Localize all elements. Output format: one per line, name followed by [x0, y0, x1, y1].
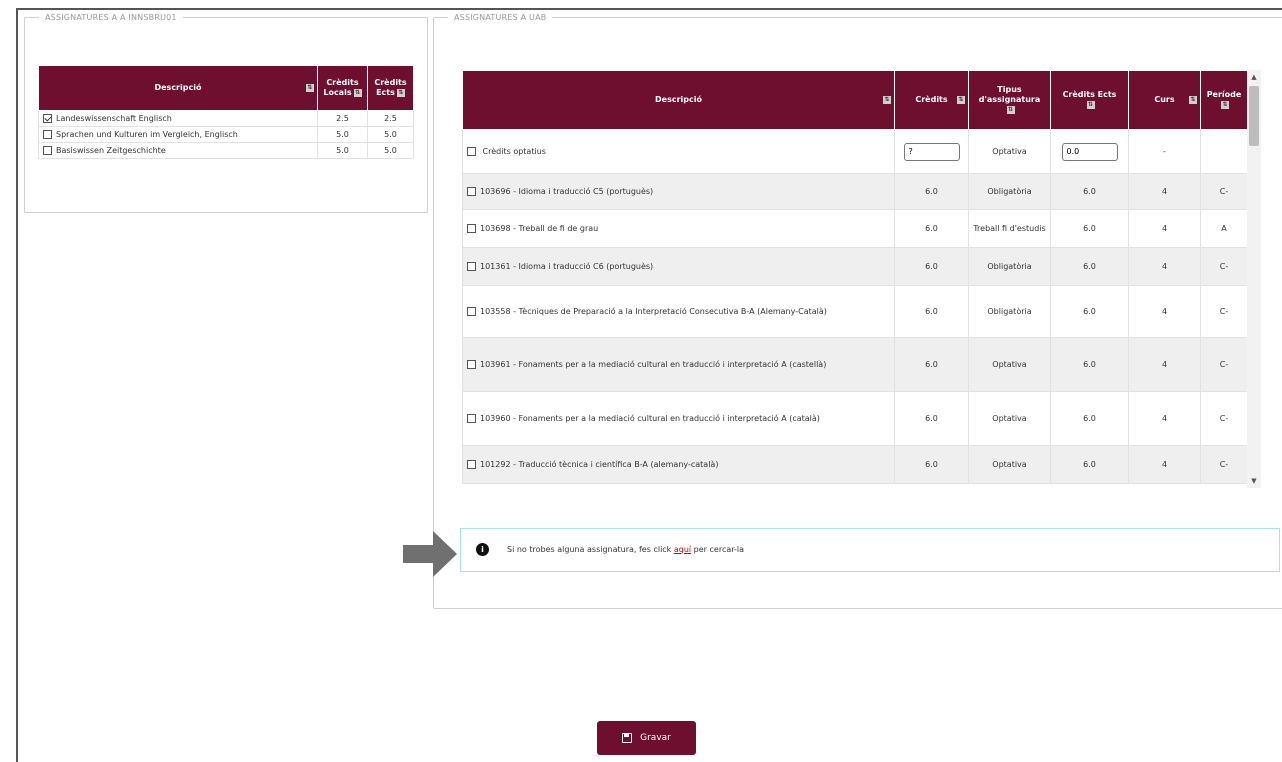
table-row: Sprachen und Kulturen im Vergleich, Engl…	[38, 126, 414, 143]
vertical-scrollbar[interactable]: ▲ ▼	[1247, 70, 1261, 488]
row-checkbox[interactable]	[467, 147, 476, 156]
table-row: 103696 - Idioma i traducció C5 (portuguè…	[462, 173, 1248, 210]
sort-icon[interactable]: ⇅	[1086, 100, 1095, 109]
column-header-curs[interactable]: Curs ⇅	[1128, 70, 1201, 130]
save-button[interactable]: Gravar	[597, 721, 696, 755]
table-row: Basiswissen Zeitgeschichte 5.0 5.0	[38, 142, 414, 159]
sort-icon[interactable]: ⇅	[1189, 96, 1197, 104]
uab-subjects-table: Descripció ⇅ Crèdits ⇅ Tipus d'assignatu…	[462, 70, 1248, 484]
row-checkbox[interactable]	[43, 114, 52, 123]
info-message: i Si no trobes alguna assignatura, fes c…	[460, 528, 1280, 572]
column-header-tipus[interactable]: Tipus d'assignatura ⇅	[968, 70, 1051, 130]
uab-subjects-scroll-area[interactable]: Descripció ⇅ Crèdits ⇅ Tipus d'assignatu…	[462, 70, 1261, 488]
sort-icon[interactable]: ⇅	[1006, 105, 1015, 114]
scroll-thumb[interactable]	[1249, 86, 1259, 146]
search-subject-link[interactable]: aquí	[674, 545, 691, 554]
host-subjects-table: Descripció ⇅ Crèdits Locals ⇅ Crèdits Ect…	[38, 65, 414, 159]
table-row: 103960 - Fonaments per a la mediació cul…	[462, 391, 1248, 446]
sort-icon[interactable]: ⇅	[353, 88, 362, 97]
pointer-arrow-icon	[403, 531, 457, 577]
table-row: 103558 - Tècniques de Preparació a la In…	[462, 285, 1248, 338]
scroll-up-icon[interactable]: ▲	[1247, 70, 1261, 84]
table-row: Landeswissenschaft Englisch 2.5 2.5	[38, 110, 414, 127]
scroll-down-icon[interactable]: ▼	[1247, 474, 1261, 488]
table-row: 101361 - Idioma i traducció C6 (portuguè…	[462, 247, 1248, 286]
sort-icon[interactable]: ⇅	[883, 96, 891, 104]
sort-icon[interactable]: ⇅	[396, 88, 405, 97]
row-checkbox[interactable]	[467, 262, 476, 271]
table-row: 103698 - Treball de fi de grau 6.0 Treball…	[462, 209, 1248, 248]
column-header-periode[interactable]: Període ⇅	[1200, 70, 1248, 130]
column-header-credits-ects[interactable]: Crèdits Ects ⇅	[1050, 70, 1129, 130]
column-header-credits[interactable]: Crèdits ⇅	[894, 70, 969, 130]
column-header-descripcio[interactable]: Descripció ⇅	[462, 70, 895, 130]
sort-icon[interactable]: ⇅	[305, 84, 314, 92]
sort-icon[interactable]: ⇅	[957, 96, 965, 104]
row-checkbox[interactable]	[467, 224, 476, 233]
floppy-disk-icon	[622, 733, 633, 743]
row-checkbox[interactable]	[467, 414, 476, 423]
optional-credits-row: Crèdits optatius Optativa -	[462, 129, 1248, 174]
sort-icon[interactable]: ⇅	[1221, 100, 1229, 109]
table-row: 103961 - Fonaments per a la mediació cul…	[462, 337, 1248, 392]
column-header-credits-ects[interactable]: Crèdits Ects ⇅	[367, 65, 414, 111]
row-checkbox[interactable]	[467, 307, 476, 316]
column-header-credits-locals[interactable]: Crèdits Locals ⇅	[316, 65, 369, 111]
row-checkbox[interactable]	[43, 130, 52, 139]
row-checkbox[interactable]	[467, 360, 476, 369]
optional-ects-input[interactable]	[1061, 142, 1118, 161]
column-header-descripcio[interactable]: Descripció ⇅	[38, 65, 318, 111]
uab-subjects-legend: ASSIGNATURES A UAB	[454, 13, 547, 22]
row-checkbox[interactable]	[467, 460, 476, 469]
optional-credits-input[interactable]	[903, 142, 960, 161]
row-checkbox[interactable]	[467, 187, 476, 196]
row-checkbox[interactable]	[43, 146, 52, 155]
info-text: Si no trobes alguna assignatura, fes cli…	[507, 545, 745, 554]
table-row: 101292 - Traducció tècnica i científica …	[462, 445, 1248, 484]
info-icon: i	[476, 543, 489, 556]
host-subjects-legend: ASSIGNATURES A A INNSBRU01	[45, 13, 177, 22]
